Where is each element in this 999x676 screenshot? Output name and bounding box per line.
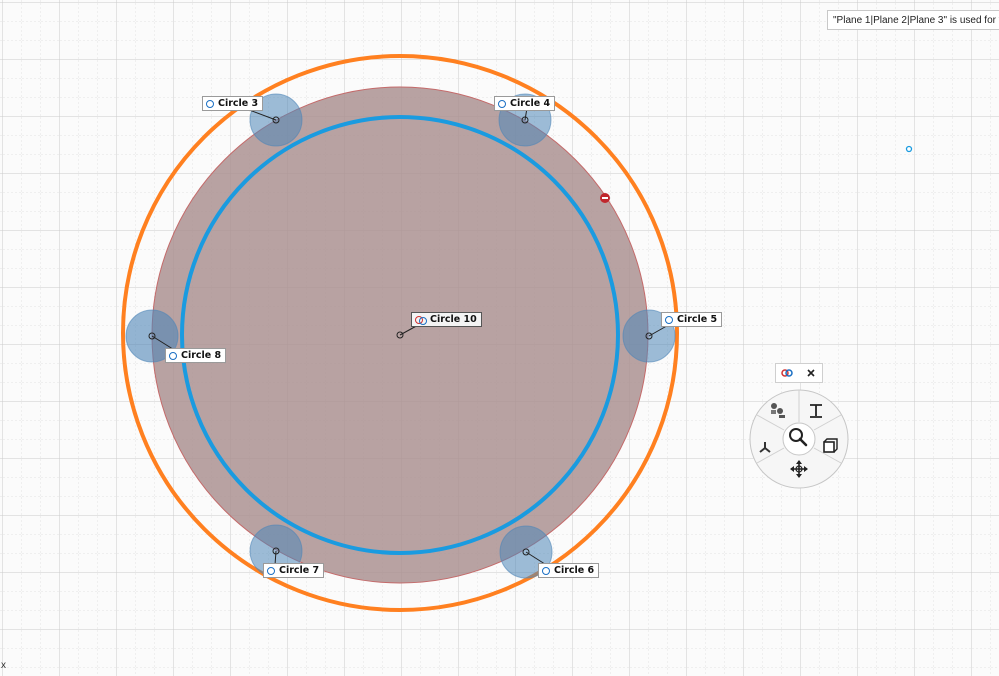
circle-3-label[interactable]: Circle 3: [202, 96, 264, 111]
circle-7-label-text: Circle 7: [279, 565, 320, 576]
close-icon[interactable]: [803, 365, 819, 381]
circle-10-label[interactable]: Circle 10: [411, 312, 482, 327]
circle-icon: [169, 351, 177, 360]
constraint-mini-toolbar: [775, 363, 823, 383]
circle-icon: [206, 99, 214, 108]
circle-3-label-text: Circle 3: [218, 98, 259, 109]
circle-icon: [542, 566, 550, 575]
navigation-wheel: [749, 389, 849, 489]
circle-6-label-text: Circle 6: [554, 565, 595, 576]
sketch-point[interactable]: [905, 145, 913, 153]
circle-icon: [498, 99, 506, 108]
circle-4-label[interactable]: Circle 4: [494, 96, 556, 111]
circle-7-label[interactable]: Circle 7: [263, 563, 325, 578]
circle-6-label[interactable]: Circle 6: [538, 563, 600, 578]
circle-5-label-text: Circle 5: [677, 314, 718, 325]
constraint-icon[interactable]: [780, 365, 796, 381]
concentric-constraint-icon: [415, 315, 427, 325]
circle-icon: [665, 315, 673, 324]
circle-icon: [267, 566, 275, 575]
circle-8-label-text: Circle 8: [181, 350, 222, 361]
circle-5-label[interactable]: Circle 5: [661, 312, 723, 327]
error-marker-icon[interactable]: [600, 193, 610, 203]
circle-10-label-text: Circle 10: [430, 314, 477, 325]
circle-8-label[interactable]: Circle 8: [165, 348, 227, 363]
view-plane-tooltip: "Plane 1|Plane 2|Plane 3" is used for vi…: [827, 10, 999, 30]
axis-indicator: x: [1, 660, 6, 671]
circle-4-label-text: Circle 4: [510, 98, 551, 109]
